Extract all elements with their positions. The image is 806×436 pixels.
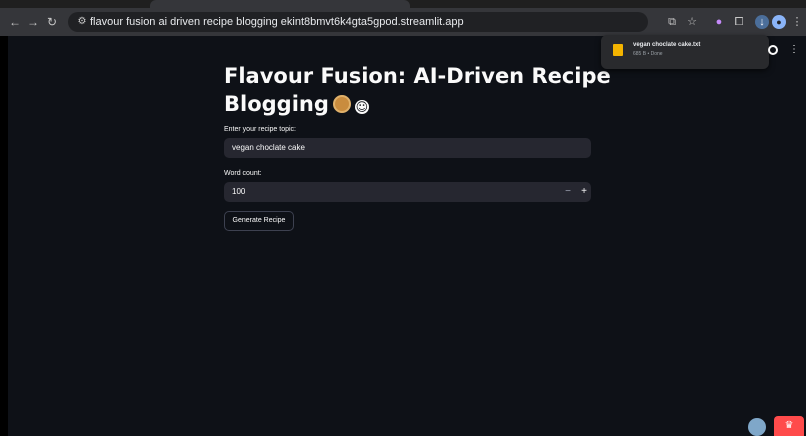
file-icon [613, 44, 623, 56]
page-title-text: Flavour Fusion: AI-Driven Recipe Bloggin… [224, 64, 611, 116]
browser-menu-icon[interactable]: ⋮ [790, 15, 804, 29]
download-file-name[interactable]: vegan choclate cake.txt [633, 42, 700, 48]
page-left-edge [0, 36, 8, 436]
site-settings-icon[interactable]: ⚙ [76, 16, 88, 28]
generate-recipe-button[interactable]: Generate Recipe [224, 211, 294, 231]
url-text: flavour fusion ai driven recipe blogging… [90, 16, 464, 28]
forward-icon[interactable]: → [26, 15, 40, 29]
topic-input-value: vegan choclate cake [232, 143, 305, 152]
tab-strip [0, 0, 806, 8]
decrement-button[interactable]: − [560, 182, 576, 202]
app-menu-icon[interactable]: ⋮ [789, 43, 799, 57]
reload-icon[interactable]: ↻ [45, 15, 59, 29]
github-icon[interactable] [768, 45, 778, 55]
bookmark-star-icon[interactable]: ☆ [685, 15, 699, 29]
food-bowl-icon [332, 95, 351, 113]
browser-toolbar: ← → ↻ ⚙ flavour fusion ai driven recipe … [0, 8, 806, 36]
manage-app-avatar[interactable] [748, 418, 766, 436]
back-icon[interactable]: ← [8, 15, 22, 29]
topic-label: Enter your recipe topic: [224, 126, 296, 133]
download-bubble[interactable]: vegan choclate cake.txt 685 B • Done [601, 35, 769, 69]
increment-button[interactable]: + [576, 182, 592, 202]
address-bar[interactable]: ⚙ flavour fusion ai driven recipe bloggi… [68, 12, 648, 32]
download-status: 685 B • Done [633, 51, 663, 57]
face-emoji-icon: ☺ [354, 100, 369, 114]
active-tab[interactable] [150, 0, 410, 8]
crown-icon[interactable]: ♛ [774, 416, 804, 436]
profile-avatar-icon[interactable]: ● [772, 15, 786, 29]
extensions-puzzle-icon[interactable]: ⧠ [732, 15, 746, 29]
page-title: Flavour Fusion: AI-Driven Recipe Bloggin… [224, 62, 614, 118]
word-count-stepper[interactable]: 100 − + [224, 182, 591, 202]
cast-icon[interactable]: ⧉ [665, 15, 679, 29]
download-icon[interactable]: ↓ [755, 15, 769, 29]
word-count-label: Word count: [224, 170, 262, 177]
extension-icon[interactable]: ● [712, 15, 726, 29]
topic-input[interactable]: vegan choclate cake [224, 138, 591, 158]
word-count-value: 100 [232, 187, 246, 196]
